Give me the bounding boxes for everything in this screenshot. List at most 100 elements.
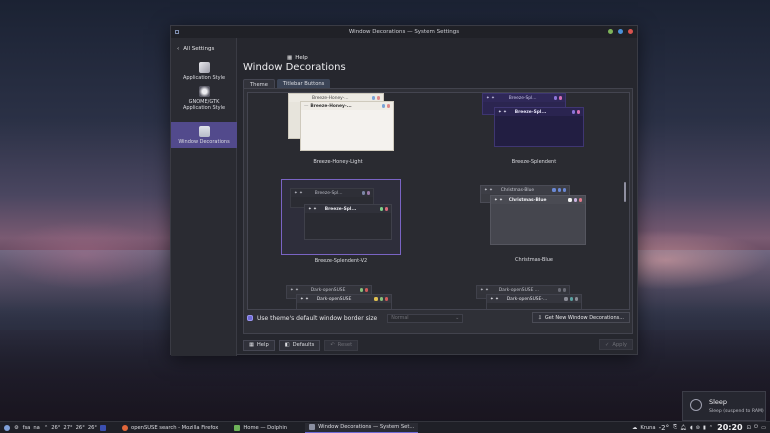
sidebar-item-label: GNOME/GTK Application Style	[182, 99, 226, 111]
preview-title: Dark-openSUSE-...	[506, 296, 548, 302]
defaults-button[interactable]: ◧ Defaults	[278, 339, 321, 351]
theme-grid[interactable]: Breeze-Honey-... — Breeze-Honey-... Bree…	[247, 92, 630, 310]
dot-icon	[562, 288, 566, 292]
sidebar-item-application-style[interactable]: Application Style	[171, 62, 237, 86]
pin-icon: ✦ ✦	[480, 287, 489, 293]
minimize-button[interactable]	[608, 29, 613, 34]
pager-icon	[100, 424, 107, 431]
preview-title: Breeze-Honey-...	[310, 103, 352, 109]
weather-widget[interactable]: ☁ Kruna -2°	[632, 424, 669, 432]
lang-indicator[interactable]: fsa na	[23, 425, 40, 431]
sidebar: ‹ All Settings Application Style GNOME/G…	[171, 38, 237, 356]
dot-icon	[573, 198, 577, 202]
dot-icon	[557, 288, 561, 292]
sidebar-item-window-decorations[interactable]: Window Decorations	[171, 122, 237, 148]
task-system-settings[interactable]: Window Decorations — System Set...	[305, 422, 419, 433]
chevron-up-icon: ⌃	[708, 424, 714, 431]
theme-tile-selected[interactable]: ✦ ✦ Breeze-Spl... ✦ ✦ Breeze-Spl... Bree…	[281, 179, 401, 264]
pin-icon: ✦ ✦	[290, 287, 299, 293]
temp-widget[interactable]: ⌃ 26° 27° 26° 26°	[43, 424, 107, 431]
clock[interactable]: 20:20	[717, 423, 742, 432]
footer-bar: ▦ Help ◧ Defaults ↶ Reset ✓ Apply	[243, 339, 633, 351]
dot-icon	[384, 297, 388, 301]
dot-icon	[381, 104, 385, 108]
theme-tile[interactable]: Breeze-Honey-... — Breeze-Honey-... Bree…	[278, 93, 398, 169]
lock-icon: ⊡	[746, 424, 751, 431]
settings-icon	[309, 424, 316, 430]
dot-icon	[371, 96, 375, 100]
dot-icon	[364, 288, 368, 292]
weather-temp: -2°	[658, 423, 670, 432]
border-size-checkbox[interactable]	[247, 315, 253, 321]
gnome-icon	[198, 86, 210, 97]
preview-titlebar: ✦ ✦ Christmas-Blue	[491, 196, 585, 204]
get-new-label: Get New Window Decorations...	[544, 314, 624, 321]
system-tray[interactable]: ⎘ 🔔︎ ◖ ⊚ ▮ ⌃	[673, 424, 713, 431]
chevron-up-icon: ⌃	[43, 424, 49, 431]
defaults-button-label: Defaults	[292, 342, 315, 348]
theme-tile[interactable]: ✦ ✦ Christmas-Blue ✦ ✦ Christmas-Blue Ch…	[474, 185, 594, 263]
preview-title: Breeze-Spl...	[324, 206, 357, 212]
dot-icon	[578, 198, 582, 202]
close-button[interactable]	[628, 29, 633, 34]
preview-title: Dark-openSUSE	[316, 296, 352, 302]
task-dolphin[interactable]: Home — Dolphin	[230, 423, 291, 433]
launcher-button[interactable]	[4, 424, 10, 431]
window-title: Window Decorations — System Settings	[348, 29, 460, 35]
taskbar: ⚙ fsa na ⌃ 26° 27° 26° 26° openSUSE sear…	[0, 421, 770, 433]
dot-icon	[379, 207, 383, 211]
dot-icon	[569, 297, 573, 301]
preview-title: Breeze-Honey-...	[312, 95, 349, 101]
bell-icon: 🔔︎	[680, 424, 687, 431]
notification-title: Sleep	[709, 398, 728, 406]
theme-tile[interactable]: ✦ ✦ Dark-openSUSE ... ✦ ✦ Dark-openSUSE-…	[476, 285, 596, 309]
defaults-icon: ◧	[284, 342, 290, 348]
tray-extra[interactable]: ⊡ ⏻ ▭	[747, 424, 766, 431]
dot-icon	[576, 110, 580, 114]
grid-scrollbar[interactable]	[624, 182, 626, 202]
reset-button[interactable]: ↶ Reset	[324, 339, 359, 351]
dot-icon	[557, 188, 561, 192]
reset-button-label: Reset	[337, 342, 353, 348]
task-label: openSUSE search - Mozilla Firefox	[131, 424, 219, 431]
help-button[interactable]: ▦ Help	[243, 339, 275, 351]
apply-button-label: Apply	[612, 341, 627, 348]
border-size-select[interactable]: Normal ⌄	[387, 313, 464, 323]
task-firefox[interactable]: openSUSE search - Mozilla Firefox	[118, 423, 222, 433]
dash-icon: —	[304, 103, 309, 109]
undo-icon: ↶	[330, 342, 335, 348]
clipboard-icon: ⎘	[673, 424, 678, 430]
dot-icon	[574, 297, 578, 301]
help-icon: ▦	[249, 342, 254, 348]
preview-titlebar: ✦ ✦ Breeze-Spl...	[483, 94, 565, 102]
folder-icon	[234, 424, 241, 431]
maximize-button[interactable]	[618, 29, 623, 34]
temp-value: 26°	[87, 424, 98, 431]
help-menu-button[interactable]: ▦ Help	[287, 55, 308, 61]
theme-tile[interactable]: ✦ ✦ Dark-openSUSE ✦ ✦ Dark-openSUSE	[286, 285, 406, 309]
gear-icon: ⚙	[14, 424, 19, 431]
preview-titlebar: — Breeze-Honey-...	[301, 102, 393, 110]
dot-icon	[568, 198, 572, 202]
dot-icon	[553, 96, 557, 100]
sidebar-item-gtk-style[interactable]: GNOME/GTK Application Style	[171, 86, 237, 116]
window-titlebar[interactable]: Window Decorations — System Settings	[171, 26, 637, 38]
pin-icon: ✦ ✦	[486, 95, 495, 101]
preview-front-window: ✦ ✦ Dark-openSUSE	[296, 294, 392, 309]
wallpaper-glow-left	[0, 220, 170, 290]
all-settings-button[interactable]: ‹ All Settings	[171, 43, 237, 54]
theme-tile[interactable]: ✦ ✦ Breeze-Spl... ✦ ✦ Breeze-Spl... Bree…	[474, 93, 594, 169]
pin-icon: ✦ ✦	[294, 190, 303, 196]
settings-tray[interactable]: ⚙	[14, 425, 19, 431]
main-content: ▦ Help Window Decorations Theme Titlebar…	[237, 38, 639, 356]
help-icon: ▦	[287, 55, 293, 61]
apply-button[interactable]: ✓ Apply	[598, 339, 633, 350]
preview-titlebar: ✦ ✦ Dark-openSUSE ...	[477, 286, 569, 294]
sidebar-item-label: Window Decorations	[178, 139, 230, 145]
sleep-notification[interactable]: Sleep Sleep (suspend to RAM)	[682, 391, 766, 421]
check-icon: ✓	[604, 341, 610, 348]
dot-icon	[359, 288, 363, 292]
pin-icon: ✦ ✦	[498, 109, 507, 115]
volume-icon: ◖	[689, 424, 693, 431]
get-new-decorations-button[interactable]: ⇩ Get New Window Decorations...	[531, 312, 630, 323]
